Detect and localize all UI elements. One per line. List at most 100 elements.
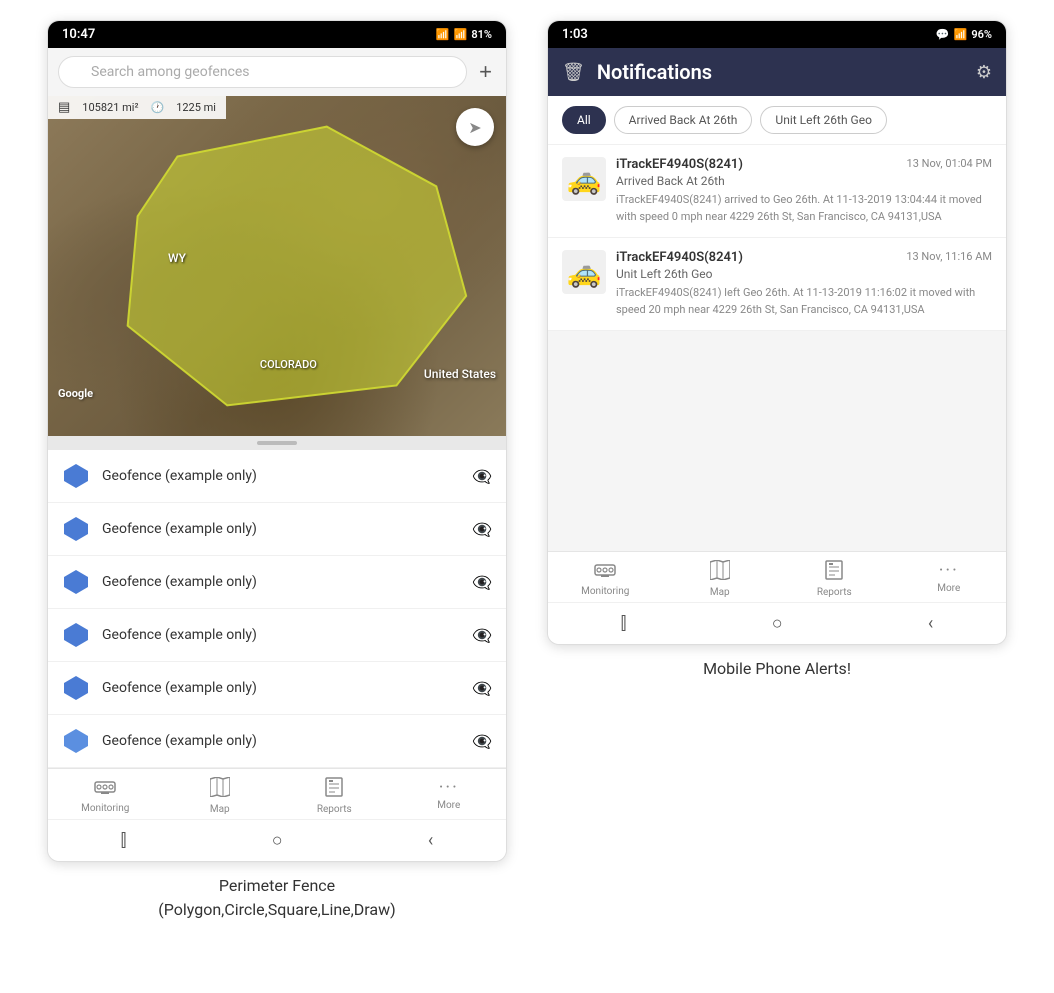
notif-device-2: iTrackEF4940S(8241)	[616, 250, 743, 265]
map-icon-right	[710, 560, 730, 585]
filter-tab-left[interactable]: Unit Left 26th Geo	[760, 106, 887, 134]
wifi-icon: 📶	[436, 28, 450, 41]
notif-event-2: Unit Left 26th Geo	[616, 267, 992, 281]
geofence-item-3[interactable]: Geofence (example only) 👁‍🗨	[48, 556, 506, 609]
right-status-icons: 💬 📶 96%	[936, 28, 992, 41]
left-status-icons: 📶 📶 81%	[436, 28, 492, 41]
android-menu-icon-right[interactable]: ⫿	[621, 613, 627, 634]
left-android-bar: ⫿ ○ ‹	[48, 819, 506, 861]
android-home-icon-left[interactable]: ○	[272, 830, 283, 851]
reports-icon-left	[324, 777, 344, 802]
geofence-shape-icon-5	[62, 674, 90, 702]
nav-map-left[interactable]: Map	[190, 777, 250, 815]
geofence-item-4[interactable]: Geofence (example only) 👁‍🗨	[48, 609, 506, 662]
nav-map-label-left: Map	[210, 804, 230, 815]
left-caption: Perimeter Fence(Polygon,Circle,Square,Li…	[158, 874, 395, 922]
geofence-shape-icon-3	[62, 568, 90, 596]
notif-content-2: iTrackEF4940S(8241) 13 Nov, 11:16 AM Uni…	[616, 250, 992, 318]
geofence-label-4: Geofence (example only)	[102, 627, 460, 643]
nav-monitoring-right[interactable]: Monitoring	[575, 560, 635, 598]
nav-reports-label-left: Reports	[317, 804, 352, 815]
left-battery: 81%	[471, 28, 492, 41]
nav-map-right[interactable]: Map	[690, 560, 750, 598]
nav-reports-left[interactable]: Reports	[304, 777, 364, 815]
geofence-shape-icon-4	[62, 621, 90, 649]
search-bar-container: 🔍 Search among geofences	[58, 56, 467, 88]
map-area-stat: 105821 mi²	[82, 101, 138, 114]
nav-reports-right[interactable]: Reports	[804, 560, 864, 598]
compass-button[interactable]: ➤	[456, 108, 494, 146]
notif-detail-1: iTrackEF4940S(8241) arrived to Geo 26th.…	[616, 192, 992, 225]
android-home-icon-right[interactable]: ○	[772, 613, 783, 634]
map-background	[48, 96, 506, 436]
filter-tab-arrived[interactable]: Arrived Back At 26th	[614, 106, 753, 134]
nav-more-right[interactable]: ··· More	[919, 560, 979, 598]
search-bar-row: 🔍 Search among geofences +	[48, 48, 506, 96]
nav-more-left[interactable]: ··· More	[419, 777, 479, 815]
android-back-icon-right[interactable]: ‹	[928, 613, 933, 634]
nav-reports-label-right: Reports	[817, 587, 852, 598]
filter-tabs-row: All Arrived Back At 26th Unit Left 26th …	[548, 96, 1006, 145]
visibility-icon-6[interactable]: 👁‍🗨	[472, 732, 492, 751]
geofence-shape-icon-6	[62, 727, 90, 755]
left-phone-frame: 10:47 📶 📶 81% 🔍 Search among geofences +	[47, 20, 507, 862]
geofence-list: Geofence (example only) 👁‍🗨 Geofence (ex…	[48, 450, 506, 768]
visibility-icon-5[interactable]: 👁‍🗨	[472, 679, 492, 698]
monitoring-icon-left	[94, 777, 116, 801]
geofence-item-1[interactable]: Geofence (example only) 👁‍🗨	[48, 450, 506, 503]
right-caption: Mobile Phone Alerts!	[703, 657, 851, 681]
filter-tab-all[interactable]: All	[562, 106, 606, 134]
search-placeholder: Search among geofences	[91, 64, 250, 80]
geofence-item-2[interactable]: Geofence (example only) 👁‍🗨	[48, 503, 506, 556]
visibility-icon-2[interactable]: 👁‍🗨	[472, 520, 492, 539]
geofence-label-2: Geofence (example only)	[102, 521, 460, 537]
notif-top-row-2: iTrackEF4940S(8241) 13 Nov, 11:16 AM	[616, 250, 992, 265]
nav-monitoring-left[interactable]: Monitoring	[75, 777, 135, 815]
left-phone-wrapper: 10:47 📶 📶 81% 🔍 Search among geofences +	[47, 20, 507, 922]
delete-all-button[interactable]: 🗑	[562, 62, 585, 83]
visibility-icon-3[interactable]: 👁‍🗨	[472, 573, 492, 592]
left-bottom-nav: Monitoring Map Reports ··· More	[48, 768, 506, 819]
notif-detail-2: iTrackEF4940S(8241) left Geo 26th. At 11…	[616, 285, 992, 318]
geofence-label-3: Geofence (example only)	[102, 574, 460, 590]
visibility-icon-1[interactable]: 👁‍🗨	[472, 467, 492, 486]
map-area[interactable]: ▤ 105821 mi² 🕐 1225 mi ➤ WY United State…	[48, 96, 506, 436]
map-stats-bar: ▤ 105821 mi² 🕐 1225 mi	[48, 96, 226, 119]
geofence-shape-icon-2	[62, 515, 90, 543]
left-time: 10:47	[62, 27, 95, 42]
geofence-label-1: Geofence (example only)	[102, 468, 460, 484]
state-label-wy: WY	[168, 251, 186, 265]
right-caption-text: Mobile Phone Alerts!	[703, 659, 851, 678]
right-android-bar: ⫿ ○ ‹	[548, 602, 1006, 644]
right-status-bar: 1:03 💬 📶 96%	[548, 21, 1006, 48]
add-geofence-button[interactable]: +	[475, 59, 496, 85]
nav-monitoring-label-right: Monitoring	[581, 586, 629, 597]
geofence-label-5: Geofence (example only)	[102, 680, 460, 696]
left-status-bar: 10:47 📶 📶 81%	[48, 21, 506, 48]
scroll-indicator	[48, 436, 506, 450]
right-battery: 96%	[971, 28, 992, 41]
nav-map-label-right: Map	[710, 587, 730, 598]
notif-event-1: Arrived Back At 26th	[616, 174, 992, 188]
notification-item-2[interactable]: 🚕 iTrackEF4940S(8241) 13 Nov, 11:16 AM U…	[548, 238, 1006, 331]
notif-time-1: 13 Nov, 01:04 PM	[907, 157, 992, 170]
scroll-pill	[257, 441, 297, 445]
right-bottom-nav: Monitoring Map Reports ··· More	[548, 551, 1006, 602]
right-phone-wrapper: 1:03 💬 📶 96% 🗑 Notifications ⚙ All Arriv…	[547, 20, 1007, 681]
notif-device-1: iTrackEF4940S(8241)	[616, 157, 743, 172]
notif-time-2: 13 Nov, 11:16 AM	[906, 250, 992, 263]
android-back-icon-left[interactable]: ‹	[428, 830, 433, 851]
visibility-icon-4[interactable]: 👁‍🗨	[472, 626, 492, 645]
car-avatar-1: 🚕	[562, 157, 606, 201]
notifications-settings-button[interactable]: ⚙	[976, 62, 992, 83]
geofence-label-6: Geofence (example only)	[102, 733, 460, 749]
chat-icon: 💬	[936, 28, 950, 41]
geofence-search-input[interactable]: Search among geofences	[58, 56, 467, 88]
notification-item-1[interactable]: 🚕 iTrackEF4940S(8241) 13 Nov, 01:04 PM A…	[548, 145, 1006, 238]
notif-top-row-1: iTrackEF4940S(8241) 13 Nov, 01:04 PM	[616, 157, 992, 172]
geofence-item-6[interactable]: Geofence (example only) 👁‍🗨	[48, 715, 506, 768]
more-icon-left: ···	[439, 777, 459, 798]
clock-icon: 🕐	[150, 101, 164, 114]
android-menu-icon-left[interactable]: ⫿	[121, 830, 127, 851]
geofence-item-5[interactable]: Geofence (example only) 👁‍🗨	[48, 662, 506, 715]
